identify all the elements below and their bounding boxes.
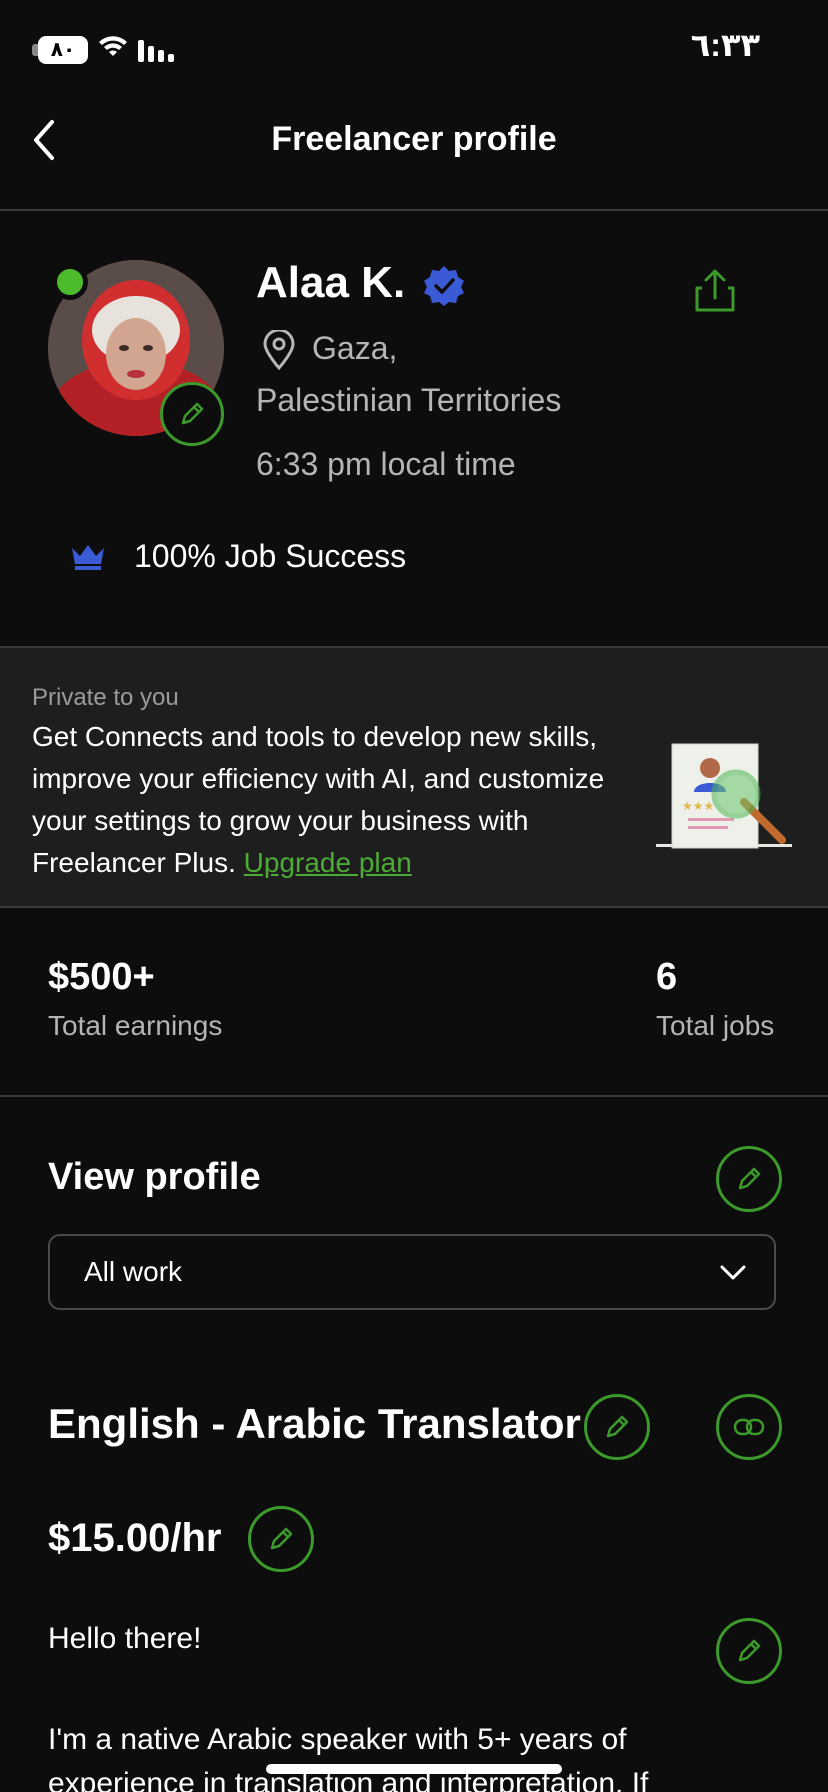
copy-link-button[interactable] [716,1394,782,1460]
local-time: 6:33 pm local time [256,446,516,482]
wifi-icon [99,36,127,56]
total-jobs-label: Total jobs [656,1010,775,1041]
avatar-container [48,260,224,446]
pencil-icon [181,402,204,425]
share-icon[interactable] [692,268,738,314]
status-bar: ٨٠ ٦:٣٣ [0,0,828,100]
pencil-icon [738,1167,761,1190]
total-jobs-value: 6 [656,956,678,998]
location-region: Palestinian Territories [256,382,562,418]
private-label: Private to you [32,684,179,711]
freelancer-name: Alaa K. [256,258,406,307]
work-filter-select[interactable]: All work [48,1234,776,1310]
overview-bio: I'm a native Arabic speaker with 5+ year… [48,1723,649,1792]
pencil-icon [738,1639,761,1662]
specialized-profile-title: English - Arabic Translator [48,1400,581,1447]
work-filter-value: All work [84,1256,183,1287]
page-title: Freelancer profile [271,120,557,158]
pencil-icon [606,1415,629,1438]
total-earnings-value: $500+ [48,956,155,998]
upgrade-plan-link[interactable]: Upgrade plan [244,847,412,878]
pencil-icon [270,1527,293,1550]
job-success-label: 100% Job Success [134,538,407,574]
section-divider [0,1095,828,1097]
link-icon [733,1418,765,1436]
home-indicator[interactable] [266,1764,562,1774]
edit-avatar-button[interactable] [160,382,224,446]
location-pin-icon [263,330,295,370]
location-city: Gaza, [312,330,398,366]
header: Freelancer profile [0,100,828,211]
hourly-rate: $15.00/hr [48,1516,222,1560]
verified-badge-icon [424,266,464,306]
chevron-down-icon [720,1265,746,1280]
status-time: ٦:٣٣ [690,27,760,63]
overview-greeting: Hello there! [48,1622,202,1655]
crown-icon [72,545,104,570]
edit-title-button[interactable] [584,1394,650,1460]
upgrade-promo-banner: Private to you Get Connects and tools to… [0,646,828,908]
total-earnings-label: Total earnings [48,1010,223,1041]
edit-rate-button[interactable] [248,1506,314,1572]
online-status-dot [52,264,88,300]
freelancer-profile-page: ٨٠ ٦:٣٣ Freelancer profile Alaa K. Gaza,… [0,0,828,1792]
battery-indicator: ٨٠ [38,36,88,64]
edit-profile-button[interactable] [716,1146,782,1212]
edit-overview-button[interactable] [716,1618,782,1684]
profile-search-illustration: ★★★ [656,743,792,849]
signal-icon [138,40,174,62]
view-profile-heading: View profile [48,1156,261,1198]
promo-text: Get Connects and tools to develop new sk… [32,716,642,884]
svg-text:★★★: ★★★ [682,799,714,813]
